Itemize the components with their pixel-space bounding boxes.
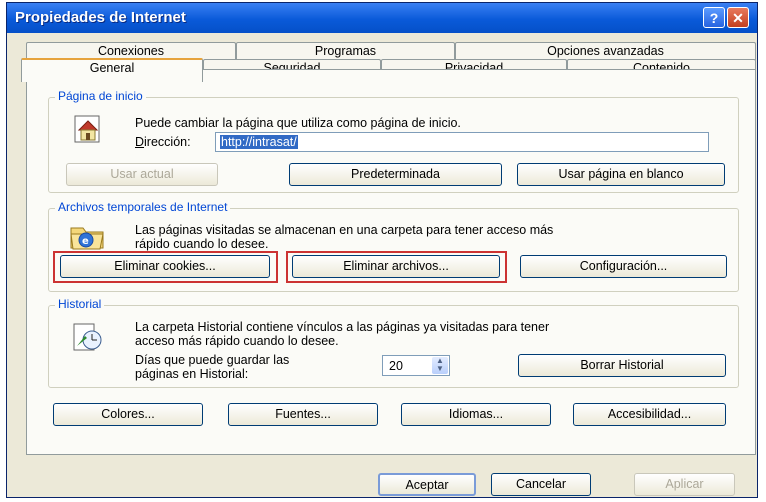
ok-button[interactable]: Aceptar — [378, 473, 476, 496]
delete-files-button[interactable]: Eliminar archivos... — [292, 255, 500, 278]
history-days-label-2: páginas en Historial: — [135, 367, 249, 381]
internet-properties-window: Propiedades de Internet ? ✕ Conexiones P… — [6, 2, 758, 498]
home-page-label: Página de inicio — [55, 89, 146, 103]
address-field[interactable]: http://intrasat/ — [215, 132, 709, 152]
apply-button[interactable]: Aplicar — [634, 473, 735, 496]
use-default-button[interactable]: Predeterminada — [289, 163, 502, 186]
history-desc-1: La carpeta Historial contiene vínculos a… — [135, 320, 550, 334]
tab-programas[interactable]: Programas — [236, 42, 455, 60]
close-icon[interactable]: ✕ — [727, 7, 749, 28]
settings-button[interactable]: Configuración... — [520, 255, 727, 278]
temp-files-label: Archivos temporales de Internet — [55, 200, 231, 214]
window-title: Propiedades de Internet — [15, 9, 186, 26]
home-page-icon — [73, 112, 107, 149]
address-value: http://intrasat/ — [220, 135, 298, 149]
accessibility-button[interactable]: Accesibilidad... — [573, 403, 726, 426]
tab-general[interactable]: General — [21, 58, 203, 82]
languages-button[interactable]: Idiomas... — [401, 403, 551, 426]
colors-button[interactable]: Colores... — [53, 403, 203, 426]
cancel-button[interactable]: Cancelar — [491, 473, 591, 496]
general-tab-panel: Página de inicio Puede cambiar la página… — [26, 69, 756, 455]
history-days-stepper[interactable]: 20 ▲ ▼ — [382, 355, 450, 376]
delete-cookies-button[interactable]: Eliminar cookies... — [60, 255, 270, 278]
temp-files-desc-2: rápido cuando lo desee. — [135, 237, 269, 251]
svg-text:e: e — [82, 236, 89, 247]
history-days-value: 20 — [389, 359, 403, 373]
temp-files-desc-1: Las páginas visitadas se almacenan en un… — [135, 223, 554, 237]
home-page-description: Puede cambiar la página que utiliza como… — [135, 116, 461, 130]
title-bar[interactable]: Propiedades de Internet ? ✕ — [7, 3, 757, 33]
clear-history-button[interactable]: Borrar Historial — [518, 354, 726, 377]
use-blank-button[interactable]: Usar página en blanco — [517, 163, 725, 186]
history-icon — [71, 322, 105, 357]
history-desc-2: acceso más rápido cuando lo desee. — [135, 334, 339, 348]
history-label: Historial — [55, 297, 105, 311]
stepper-arrows-icon[interactable]: ▲ ▼ — [432, 357, 448, 374]
history-days-label-1: Días que puede guardar las — [135, 353, 290, 367]
use-current-button[interactable]: Usar actual — [66, 163, 218, 186]
address-label: Dirección: — [135, 135, 191, 149]
fonts-button[interactable]: Fuentes... — [228, 403, 378, 426]
help-icon[interactable]: ? — [703, 7, 725, 28]
tab-opciones-avanzadas[interactable]: Opciones avanzadas — [455, 42, 756, 60]
